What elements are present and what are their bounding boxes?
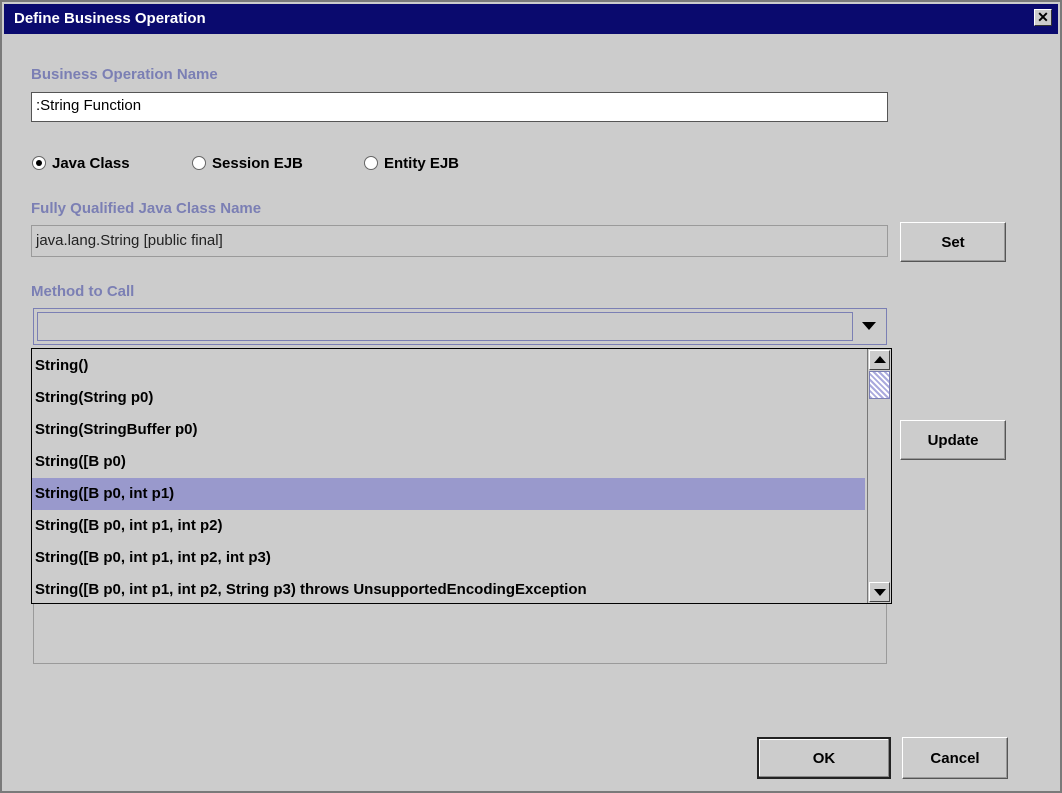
radio-session-ejb-label: Session EJB [212,154,303,172]
method-option[interactable]: String(StringBuffer p0) [32,414,865,446]
radio-entity-ejb[interactable]: Entity EJB [364,153,459,173]
operation-name-input[interactable]: :String Function [31,92,888,122]
method-option[interactable]: String([B p0, int p1) [32,478,865,510]
arrow-up-icon [874,356,886,363]
method-option[interactable]: String([B p0) [32,446,865,478]
window-title: Define Business Operation [14,10,206,27]
radio-java-class-label: Java Class [52,154,130,172]
ok-button[interactable]: OK [757,737,891,779]
scroll-down-button[interactable] [869,582,890,602]
radio-checked-icon [32,156,46,170]
radio-unchecked-icon [192,156,206,170]
class-name-field: java.lang.String [public final] [31,225,888,257]
arrow-down-icon [874,589,886,596]
update-button[interactable]: Update [900,420,1006,460]
cancel-button[interactable]: Cancel [902,737,1008,779]
chevron-down-icon[interactable] [862,322,876,330]
operation-name-label: Business Operation Name [31,66,218,83]
method-dropdown-value [37,312,853,341]
radio-java-class[interactable]: Java Class [32,153,130,173]
method-dropdown[interactable] [33,308,887,345]
method-option[interactable]: String([B p0, int p1, int p2, int p3) [32,542,865,574]
method-option[interactable]: String(String p0) [32,382,865,414]
method-option[interactable]: String() [32,350,865,382]
radio-session-ejb[interactable]: Session EJB [192,153,303,173]
method-options-list: String() String(String p0) String(StringBu… [32,350,865,606]
radio-entity-ejb-label: Entity EJB [384,154,460,172]
define-business-operation-dialog: Define Business Operation ✕ Business Ope… [0,0,1062,793]
method-option[interactable]: String([B p0, int p1, int p2, String p3)… [32,574,865,606]
scrollbar-thumb[interactable] [869,371,890,399]
class-name-label: Fully Qualified Java Class Name [31,200,262,217]
method-details-area [33,602,887,664]
method-option[interactable]: String([B p0, int p1, int p2) [32,510,865,542]
scroll-up-button[interactable] [869,350,890,370]
popup-scrollbar[interactable] [867,349,891,603]
set-button[interactable]: Set [900,222,1006,262]
method-options-popup: String() String(String p0) String(StringBu… [31,348,892,604]
title-bar[interactable]: Define Business Operation ✕ [4,4,1058,34]
close-icon[interactable]: ✕ [1034,9,1052,26]
radio-unchecked-icon [364,156,378,170]
method-label: Method to Call [31,283,135,300]
